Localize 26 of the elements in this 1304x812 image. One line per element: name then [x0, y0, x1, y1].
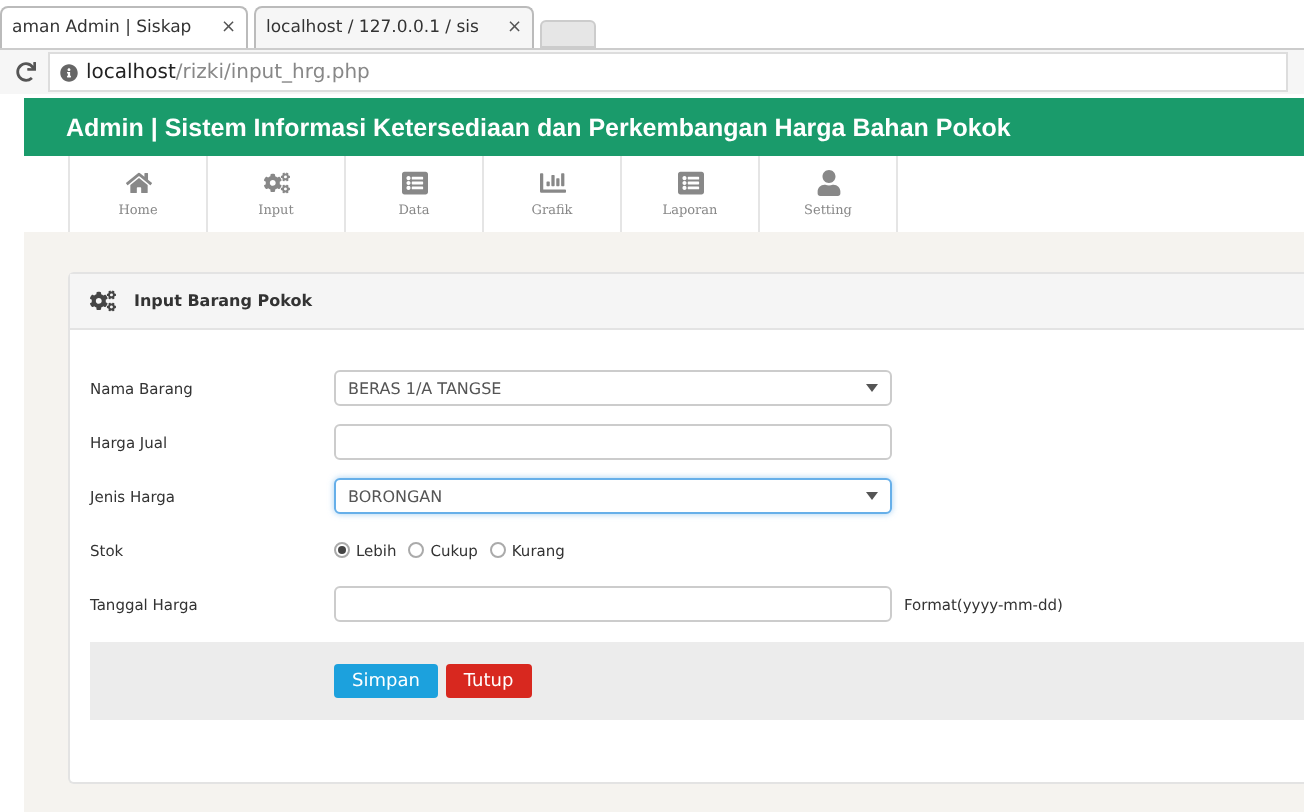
form-button[interactable]: Tutup	[445, 664, 532, 698]
gears-icon	[90, 288, 116, 314]
input-field[interactable]	[334, 424, 892, 460]
input-field[interactable]	[334, 586, 892, 622]
radio-icon[interactable]	[489, 542, 506, 558]
select-field[interactable]: BERAS 1/A TANGSE	[334, 370, 892, 406]
panel-title: Input Barang Pokok	[134, 292, 313, 310]
reload-icon[interactable]	[16, 62, 36, 82]
list-icon	[677, 170, 703, 196]
browser-tab[interactable]: aman Admin | Siskap ×	[0, 6, 248, 48]
radio-icon[interactable]	[334, 542, 350, 558]
gears-icon	[263, 170, 289, 196]
address-bar[interactable]: localhost/rizki/input_hrg.php	[48, 52, 1288, 92]
bar-chart-icon	[539, 170, 565, 196]
user-icon	[815, 170, 841, 196]
close-icon[interactable]: ×	[506, 18, 522, 38]
browser-tab[interactable]: localhost / 127.0.0.1 / sis ×	[254, 6, 534, 48]
home-icon	[125, 170, 151, 196]
radio-icon[interactable]	[408, 542, 425, 558]
close-icon[interactable]: ×	[220, 18, 236, 38]
list-icon	[401, 170, 427, 196]
site-title: Admin | Sistem Informasi Ketersediaan dan Perkembangan Harga Bahan Pokok	[66, 113, 1011, 141]
caret-icon	[866, 492, 878, 500]
select-field[interactable]: BORONGAN	[334, 478, 892, 514]
caret-icon	[866, 384, 878, 392]
new-tab-button[interactable]	[540, 20, 596, 48]
